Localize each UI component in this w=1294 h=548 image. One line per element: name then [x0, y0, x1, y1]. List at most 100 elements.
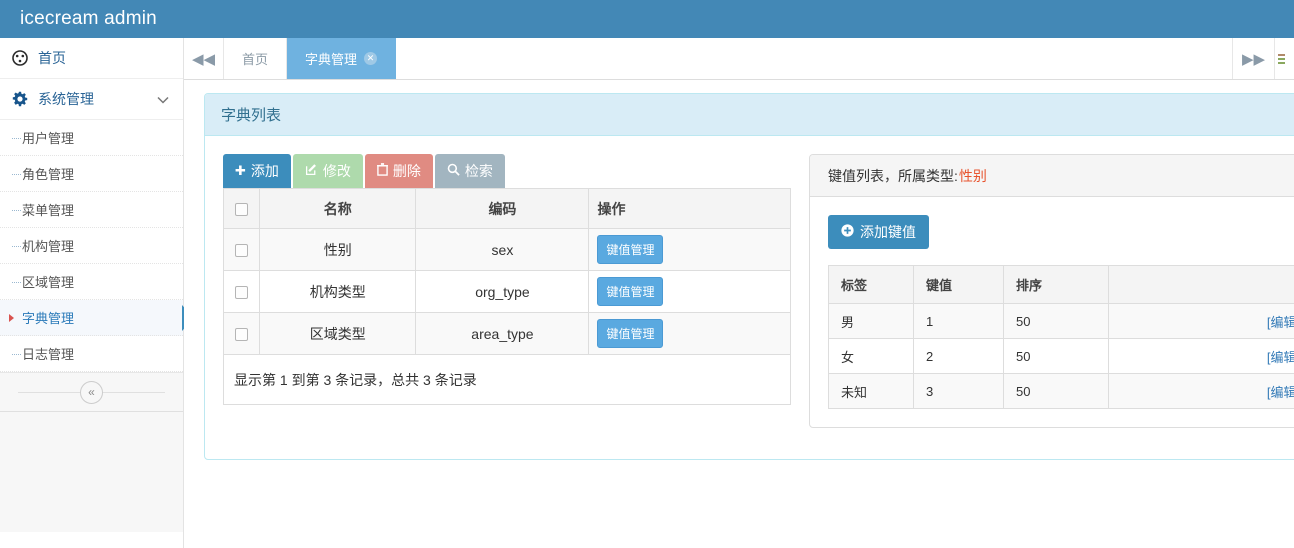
gear-icon: [12, 91, 34, 107]
kv-cell-action: [编辑] [删除]: [1108, 373, 1294, 409]
table-row[interactable]: 区域类型 area_type 键值管理: [223, 312, 791, 355]
sidebar-item-org[interactable]: 机构管理: [0, 228, 183, 264]
dictionary-panel: 字典列表 ✚ 添加 修改 删除 检索 名称 编码 操作 性别 sex 键值管理 …: [204, 93, 1294, 460]
edit-link[interactable]: [编辑]: [1267, 350, 1294, 365]
brand-title: icecream admin: [20, 8, 157, 29]
kv-cell-label: 男: [828, 303, 914, 339]
column-code: 编码: [415, 188, 590, 229]
sidebar-item-log-label: 日志管理: [22, 347, 75, 362]
tree-dash-icon: [12, 353, 21, 355]
key-value-manage-button[interactable]: 键值管理: [597, 235, 664, 264]
chevron-down-icon: [157, 91, 169, 107]
add-button[interactable]: ✚ 添加: [223, 154, 291, 188]
app-header: icecream admin: [0, 0, 1294, 38]
plus-icon: ✚: [235, 163, 246, 178]
tab-bar: ◀◀ 首页 字典管理 ✕ ▶▶: [184, 38, 1294, 80]
add-key-value-label: 添加键值: [860, 224, 916, 240]
kv-cell-action: [编辑] [删除]: [1108, 303, 1294, 339]
sidebar-item-menu[interactable]: 菜单管理: [0, 192, 183, 228]
tree-dash-icon: [12, 281, 21, 283]
plus-circle-icon: [841, 224, 854, 240]
key-value-panel-heading: 键值列表，所属类型: 性别: [810, 155, 1294, 197]
key-value-manage-button[interactable]: 键值管理: [597, 319, 664, 348]
table-row[interactable]: 男 1 50 [编辑] [删除]: [828, 303, 1294, 339]
kv-cell-sort: 50: [1003, 373, 1109, 409]
chevron-double-right-icon[interactable]: ▶▶: [1232, 38, 1274, 79]
kv-cell-sort: 50: [1003, 303, 1109, 339]
table-row[interactable]: 女 2 50 [编辑] [删除]: [828, 338, 1294, 374]
sidebar-item-log[interactable]: 日志管理: [0, 336, 183, 372]
chevron-double-left-icon[interactable]: «: [80, 380, 103, 404]
table-row[interactable]: 未知 3 50 [编辑] [删除]: [828, 373, 1294, 409]
search-button[interactable]: 检索: [434, 154, 505, 188]
sidebar-item-area[interactable]: 区域管理: [0, 264, 183, 300]
tab-dict-management[interactable]: 字典管理 ✕: [287, 38, 397, 79]
row-checkbox[interactable]: [235, 244, 248, 258]
sidebar-item-org-label: 机构管理: [22, 239, 75, 254]
sidebar-item-user-label: 用户管理: [22, 131, 75, 146]
kv-cell-action: [编辑] [删除]: [1108, 338, 1294, 374]
pagination-info: 显示第 1 到第 3 条记录，总共 3 条记录: [223, 355, 791, 405]
tab-home-label: 首页: [242, 52, 269, 67]
sidebar-item-dict-label: 字典管理: [22, 311, 75, 326]
sidebar-item-home[interactable]: 首页: [0, 38, 183, 79]
kv-column-sort: 排序: [1003, 265, 1109, 304]
edit-button-label: 修改: [322, 163, 351, 179]
sidebar-item-role-label: 角色管理: [22, 167, 75, 182]
column-name: 名称: [258, 188, 417, 229]
kv-column-action: 操作: [1108, 265, 1294, 304]
key-value-heading-prefix: 键值列表，所属类型:: [828, 167, 958, 184]
tab-overflow-menu-icon[interactable]: [1274, 38, 1294, 79]
key-value-panel: 键值列表，所属类型: 性别 添加键值 标签 键值 排序 男 1 50 [编辑 女…: [809, 154, 1294, 428]
sidebar-item-menu-label: 菜单管理: [22, 203, 75, 218]
sidebar-item-home-label: 首页: [38, 50, 66, 66]
edit-button[interactable]: 修改: [292, 154, 363, 188]
sidebar-empty-area: [0, 412, 183, 532]
cell-code: org_type: [415, 270, 590, 313]
row-select-cell: [223, 312, 260, 355]
sidebar-item-role[interactable]: 角色管理: [0, 156, 183, 192]
key-value-panel-body: 添加键值 标签 键值 排序 操作: [810, 197, 1294, 427]
sidebar-tree: 用户管理 角色管理 菜单管理 机构管理 区域管理 字典管理 日志管理: [0, 120, 194, 372]
edit-link[interactable]: [编辑]: [1267, 385, 1294, 400]
search-button-label: 检索: [464, 163, 493, 179]
dictionary-panel-body: ✚ 添加 修改 删除 检索 名称 编码 操作 性别 sex 键值管理 机构类型 …: [205, 136, 1294, 428]
row-checkbox[interactable]: [235, 328, 248, 342]
tab-dict-management-label: 字典管理: [305, 52, 358, 67]
row-select-cell: [223, 270, 260, 313]
cell-name: 性别: [258, 228, 417, 271]
tab-home[interactable]: 首页: [224, 38, 288, 79]
key-value-manage-button[interactable]: 键值管理: [597, 277, 664, 306]
kv-column-value: 键值: [913, 265, 1004, 304]
tree-dash-icon: [12, 245, 21, 247]
sidebar-group-system-label: 系统管理: [38, 91, 94, 107]
search-icon: [447, 163, 460, 179]
sidebar-group-system[interactable]: 系统管理: [0, 79, 183, 120]
sidebar-item-dict[interactable]: 字典管理: [0, 300, 194, 336]
table-row[interactable]: 机构类型 org_type 键值管理: [223, 270, 791, 313]
chevron-double-left-icon[interactable]: ◀◀: [184, 38, 224, 79]
cell-action: 键值管理: [588, 228, 791, 271]
sidebar-item-user[interactable]: 用户管理: [0, 120, 183, 156]
table-row[interactable]: 性别 sex 键值管理: [223, 228, 791, 271]
key-value-heading-type: 性别: [958, 167, 987, 184]
cell-code: area_type: [415, 312, 590, 355]
close-icon[interactable]: ✕: [364, 52, 378, 65]
edit-link[interactable]: [编辑]: [1267, 315, 1294, 330]
tree-dash-icon: [12, 209, 21, 211]
cell-code: sex: [415, 228, 590, 271]
kv-cell-value: 2: [913, 338, 1004, 374]
select-all-header: [223, 188, 260, 229]
column-action: 操作: [588, 188, 791, 229]
page-title: 字典列表: [205, 94, 1294, 136]
add-key-value-button[interactable]: 添加键值: [828, 215, 929, 249]
cell-name: 区域类型: [258, 312, 417, 355]
sidebar: 首页 系统管理 用户管理 角色管理 菜单管理 机构管理 区域管理 字典管理 日志…: [0, 38, 194, 548]
delete-button[interactable]: 删除: [364, 154, 433, 188]
kv-cell-value: 3: [913, 373, 1004, 409]
select-all-checkbox[interactable]: [235, 203, 248, 217]
tree-dash-icon: [12, 173, 21, 175]
table-header-row: 名称 编码 操作: [223, 188, 791, 229]
row-checkbox[interactable]: [235, 286, 248, 300]
pencil-square-icon: [305, 163, 318, 179]
